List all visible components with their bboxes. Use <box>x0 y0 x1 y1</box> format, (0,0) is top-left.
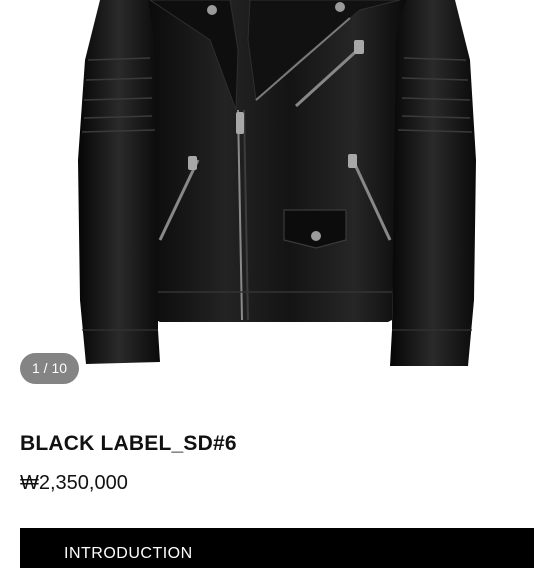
introduction-button[interactable]: INTRODUCTION <box>20 528 534 568</box>
product-price: ₩2,350,000 <box>20 472 128 494</box>
product-image-gallery[interactable]: 1 / 10 <box>0 0 554 395</box>
image-counter: 1 / 10 <box>20 353 79 384</box>
leather-jacket-image <box>78 0 476 366</box>
product-title: BLACK LABEL_SD#6 <box>20 432 237 455</box>
introduction-label: INTRODUCTION <box>64 545 193 562</box>
